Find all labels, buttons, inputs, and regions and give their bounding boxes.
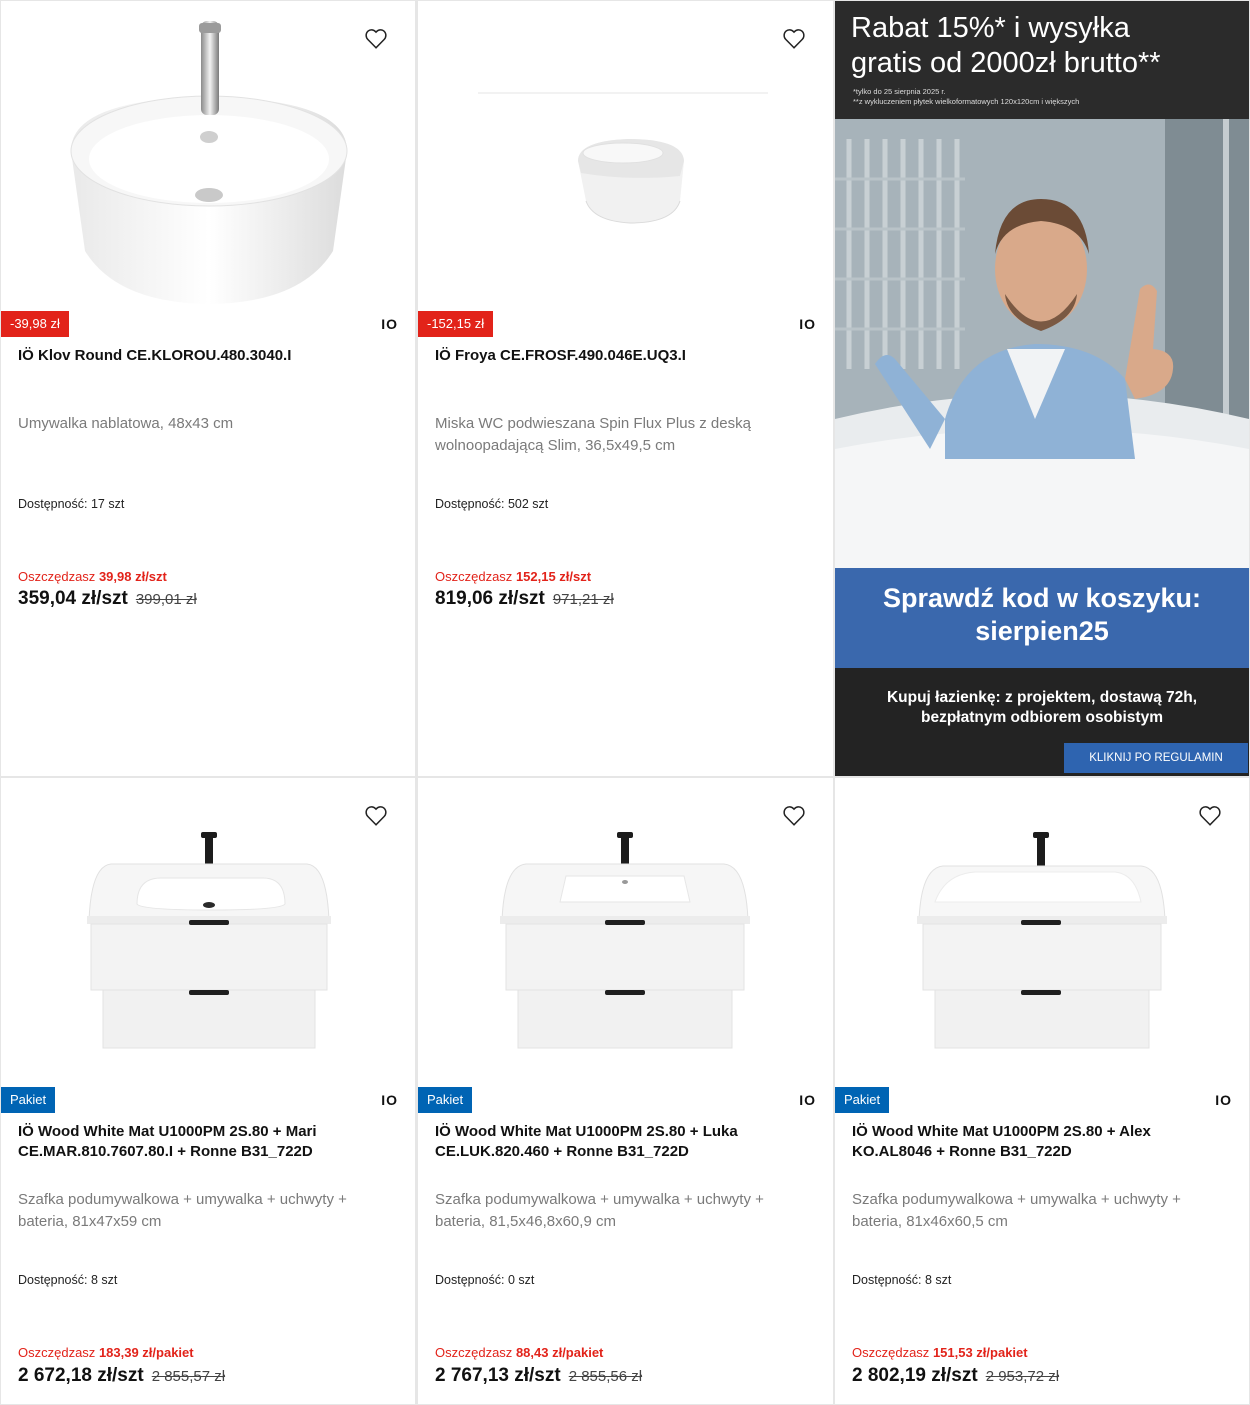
promo-info: Kupuj łazienkę: z projektem, dostawą 72h… <box>835 688 1249 728</box>
product-grid: -39,98 zł IO IÖ Klov Round CE.KLOROU.480… <box>0 0 1250 1405</box>
promo-info-line2: bezpłatnym odbiorem osobistym <box>920 709 1163 726</box>
promo-code-line1: Sprawdź kod w koszyku: <box>882 583 1202 613</box>
old-price: 971,21 zł <box>552 591 614 608</box>
product-image[interactable] <box>1 1 415 306</box>
promo-info-box: Kupuj łazienkę: z projektem, dostawą 72h… <box>835 668 1249 776</box>
product-card[interactable]: -152,15 zł IO IÖ Froya CE.FROSF.490.046E… <box>418 1 833 776</box>
promo-footnote: *tylko do 25 sierpnia 2025 r. **z wykluc… <box>853 87 1079 107</box>
savings: Oszczędzasz 151,53 zł/pakiet <box>852 1345 1028 1360</box>
promo-photo <box>835 119 1249 568</box>
availability-value: 0 szt <box>507 1273 535 1287</box>
availability: Dostępność: 8 szt <box>852 1273 951 1287</box>
savings-value: 39,98 zł/szt <box>98 569 167 584</box>
savings: Oszczędzasz 152,15 zł/szt <box>435 569 591 584</box>
package-badge: Pakiet <box>418 1087 473 1113</box>
promo-info-line1: Kupuj łazienkę: z projektem, dostawą 72h… <box>886 689 1198 706</box>
availability-label: Dostępność: <box>18 1273 88 1287</box>
availability-value: 8 szt <box>90 1273 118 1287</box>
price: 819,06 zł/szt 971,21 zł <box>435 588 614 610</box>
promo-header: Rabat 15%* i wysyłka gratis od 2000zł br… <box>835 1 1249 119</box>
availability: Dostępność: 0 szt <box>435 1273 534 1287</box>
product-title[interactable]: IÖ Wood White Mat U1000PM 2S.80 + Luka C… <box>435 1122 813 1162</box>
product-card[interactable]: Pakiet IO IÖ Wood White Mat U1000PM 2S.8… <box>1 778 415 1404</box>
savings: Oszczędzasz 88,43 zł/pakiet <box>435 1345 603 1360</box>
savings-value: 88,43 zł/pakiet <box>515 1345 604 1360</box>
brand-logo: IO <box>799 316 816 332</box>
promo-note-line2: **z wykluczeniem płytek wielkoformatowyc… <box>853 97 1080 106</box>
brand-logo: IO <box>381 316 398 332</box>
availability-value: 8 szt <box>924 1273 952 1287</box>
old-price: 399,01 zł <box>135 591 197 608</box>
availability-value: 17 szt <box>90 497 125 511</box>
old-price: 2 855,56 zł <box>568 1368 643 1385</box>
brand-logo: IO <box>799 1092 816 1108</box>
availability-label: Dostępność: <box>435 1273 505 1287</box>
availability: Dostępność: 502 szt <box>435 497 548 511</box>
brand-logo: IO <box>381 1092 398 1108</box>
product-description: Szafka podumywalkowa + umywalka + uchwyt… <box>18 1191 347 1230</box>
package-badge: Pakiet <box>1 1087 56 1113</box>
promo-headline: Rabat 15%* i wysyłka gratis od 2000zł br… <box>851 11 1161 81</box>
current-price: 2 802,19 zł/szt <box>852 1365 978 1386</box>
product-description: Miska WC podwieszana Spin Flux Plus z de… <box>435 415 751 454</box>
price: 2 672,18 zł/szt 2 855,57 zł <box>18 1365 225 1387</box>
availability-label: Dostępność: <box>435 497 505 511</box>
savings-label: Oszczędzasz <box>18 1345 96 1360</box>
product-description: Szafka podumywalkowa + umywalka + uchwyt… <box>435 1191 764 1230</box>
old-price: 2 953,72 zł <box>985 1368 1060 1385</box>
product-card[interactable]: Pakiet IO IÖ Wood White Mat U1000PM 2S.8… <box>418 778 833 1404</box>
savings: Oszczędzasz 39,98 zł/szt <box>18 569 167 584</box>
promo-code-box: Sprawdź kod w koszyku: sierpien25 <box>835 568 1249 668</box>
savings-label: Oszczędzasz <box>852 1345 930 1360</box>
savings-label: Oszczędzasz <box>18 569 96 584</box>
availability-value: 502 szt <box>507 497 549 511</box>
price: 2 802,19 zł/szt 2 953,72 zł <box>852 1365 1059 1387</box>
promo-headline-line1: Rabat 15%* i wysyłka <box>851 12 1130 44</box>
product-image[interactable] <box>1 778 415 1083</box>
savings-value: 151,53 zł/pakiet <box>932 1345 1028 1360</box>
price: 359,04 zł/szt 399,01 zł <box>18 588 197 610</box>
savings: Oszczędzasz 183,39 zł/pakiet <box>18 1345 194 1360</box>
old-price: 2 855,57 zł <box>151 1368 226 1385</box>
product-description: Szafka podumywalkowa + umywalka + uchwyt… <box>852 1191 1181 1230</box>
current-price: 2 767,13 zł/szt <box>435 1365 561 1386</box>
availability: Dostępność: 8 szt <box>18 1273 117 1287</box>
savings-label: Oszczędzasz <box>435 1345 513 1360</box>
heart-icon[interactable] <box>363 25 389 51</box>
product-image[interactable] <box>835 778 1249 1083</box>
heart-icon[interactable] <box>781 802 807 828</box>
product-title[interactable]: IÖ Klov Round CE.KLOROU.480.3040.I <box>18 346 395 366</box>
heart-icon[interactable] <box>363 802 389 828</box>
product-title[interactable]: IÖ Wood White Mat U1000PM 2S.80 + Mari C… <box>18 1122 395 1162</box>
promo-headline-line2: gratis od 2000zł brutto** <box>851 47 1161 79</box>
availability-label: Dostępność: <box>18 497 88 511</box>
product-card[interactable]: Pakiet IO IÖ Wood White Mat U1000PM 2S.8… <box>835 778 1249 1404</box>
savings-label: Oszczędzasz <box>435 569 513 584</box>
current-price: 2 672,18 zł/szt <box>18 1365 144 1386</box>
price: 2 767,13 zł/szt 2 855,56 zł <box>435 1365 642 1387</box>
product-image[interactable] <box>418 778 833 1083</box>
product-image[interactable] <box>418 1 833 306</box>
product-title[interactable]: IÖ Froya CE.FROSF.490.046E.UQ3.I <box>435 346 813 366</box>
regulamin-button[interactable]: KLIKNIJ PO REGULAMIN <box>1064 743 1248 773</box>
promo-note-line1: *tylko do 25 sierpnia 2025 r. <box>853 87 946 96</box>
savings-value: 152,15 zł/szt <box>515 569 592 584</box>
current-price: 359,04 zł/szt <box>18 588 128 609</box>
heart-icon[interactable] <box>1197 802 1223 828</box>
current-price: 819,06 zł/szt <box>435 588 545 609</box>
promo-code-line2: sierpien25 <box>975 616 1109 646</box>
availability: Dostępność: 17 szt <box>18 497 124 511</box>
promo-banner[interactable]: Rabat 15%* i wysyłka gratis od 2000zł br… <box>835 1 1249 776</box>
discount-badge: -152,15 zł <box>418 311 494 337</box>
product-card[interactable]: -39,98 zł IO IÖ Klov Round CE.KLOROU.480… <box>1 1 415 776</box>
availability-label: Dostępność: <box>852 1273 922 1287</box>
product-title[interactable]: IÖ Wood White Mat U1000PM 2S.80 + Alex K… <box>852 1122 1229 1162</box>
package-badge: Pakiet <box>835 1087 890 1113</box>
savings-value: 183,39 zł/pakiet <box>98 1345 194 1360</box>
brand-logo: IO <box>1215 1092 1232 1108</box>
heart-icon[interactable] <box>781 25 807 51</box>
product-description: Umywalka nablatowa, 48x43 cm <box>18 415 234 432</box>
discount-badge: -39,98 zł <box>1 311 69 337</box>
